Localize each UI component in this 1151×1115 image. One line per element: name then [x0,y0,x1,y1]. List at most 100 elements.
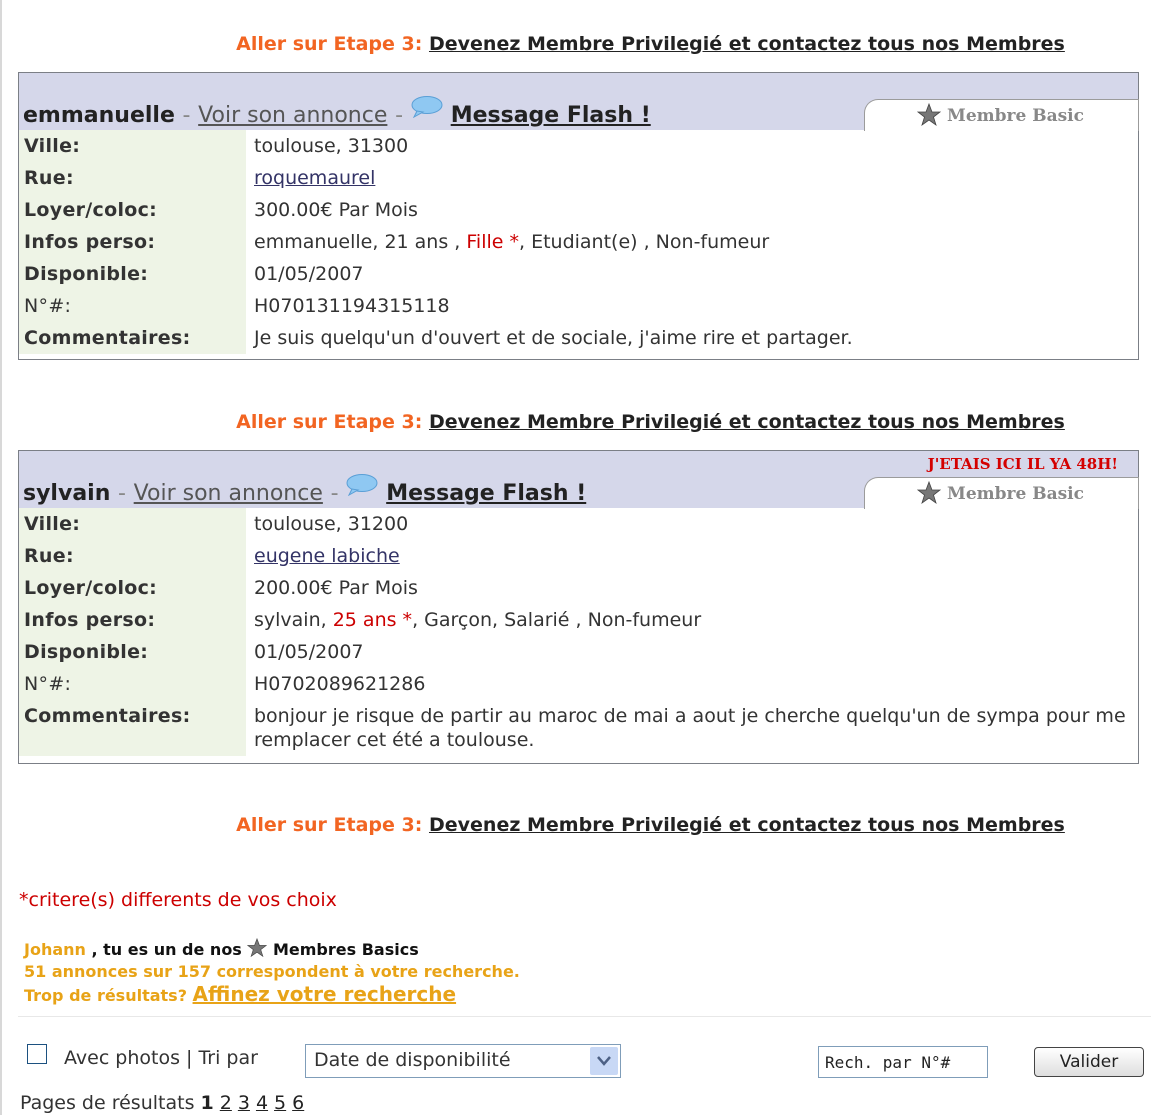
message-flash-link[interactable]: Message Flash ! [451,103,651,128]
member-badge-label: Membre Basic [947,106,1084,126]
label-infos: Infos perso: [19,604,246,636]
listing-header: emmanuelle - Voir son annonce - Message … [19,73,1139,131]
promo-link[interactable]: Devenez Membre Privilegié et contactez t… [429,33,1065,55]
label-disponible: Disponible: [19,636,246,668]
speech-bubble-icon [346,474,378,496]
value-ville: toulouse, 31200 [254,513,409,535]
table-row: Commentaires: bonjour je risque de partir… [19,700,1138,756]
page-link[interactable]: 3 [238,1092,250,1114]
separator: - [395,103,404,128]
page-link[interactable]: 5 [274,1092,286,1114]
member-badge-label: Membre Basic [947,484,1084,504]
speech-bubble-icon [411,96,443,118]
last-seen-badge: J'ETAIS ICI IL YA 48H! [927,455,1118,473]
value-infos: sylvain, 25 ans *, Garçon, Salarié , Non… [246,604,1138,636]
promo-lead: Aller sur Etape 3: [236,33,423,55]
street-link[interactable]: eugene labiche [254,545,400,567]
pagination: Pages de résultats 123456 [20,1092,304,1114]
member-status: Johann , tu es un de nos Membres Basics … [24,937,520,1007]
value-loyer: 300.00€ Par Mois [254,199,418,221]
star-icon [247,937,268,958]
validate-button[interactable]: Valider [1034,1047,1144,1077]
photos-checkbox[interactable] [27,1044,47,1064]
checkbox-label: Avec photos | Tri par [64,1047,258,1069]
listing-name: emmanuelle [23,103,175,128]
separator: - [118,481,126,506]
refine-search-link[interactable]: Affinez votre recherche [193,982,457,1006]
view-listing-link[interactable]: Voir son annonce [198,103,387,128]
divider [18,1016,1151,1017]
value-numero: H070131194315118 [254,295,450,317]
label-commentaires: Commentaires: [19,322,246,354]
pagination-label: Pages de résultats [20,1092,195,1114]
listing-title-line: sylvain - Voir son annonce - Message Fla… [23,474,586,506]
page-link[interactable]: 6 [292,1092,304,1114]
value-commentaires: bonjour je risque de partir au maroc de … [254,705,1126,751]
result-count: 51 annonces sur 157 correspondent à votr… [24,962,520,981]
value-disponible: 01/05/2007 [254,263,364,285]
member-line: Johann , tu es un de nos Membres Basics [24,937,520,961]
view-listing-link[interactable]: Voir son annonce [134,481,323,506]
chevron-down-icon [597,1056,611,1066]
table-row: Loyer/coloc: 200.00€ Par Mois [19,572,1138,604]
value-disponible: 01/05/2007 [254,641,364,663]
label-numero: N°#: [19,290,246,322]
label-loyer: Loyer/coloc: [19,572,246,604]
member-badge-tab: Membre Basic [864,99,1139,131]
promo-link[interactable]: Devenez Membre Privilegié et contactez t… [429,411,1065,433]
sort-select[interactable]: Date de disponibilité [305,1044,621,1078]
promo-banner: Aller sur Etape 3: Devenez Membre Privil… [0,411,1151,433]
infos-text: , Garçon, Salarié , Non-fumeur [412,609,702,631]
member-level: Membres Basics [272,940,419,959]
value-infos: emmanuelle, 21 ans , Fille *, Etudiant(e… [246,226,1138,258]
table-row: Rue: eugene labiche [19,540,1138,572]
username: Johann [24,940,86,959]
listing-details: Ville: toulouse, 31200 Rue: eugene labiche… [19,508,1138,756]
table-row: Disponible: 01/05/2007 [19,258,1138,290]
table-row: Loyer/coloc: 300.00€ Par Mois [19,194,1138,226]
label-rue: Rue: [19,162,246,194]
table-row: Infos perso: sylvain, 25 ans *, Garçon, S… [19,604,1138,636]
table-row: Disponible: 01/05/2007 [19,636,1138,668]
infos-mismatch: 25 ans * [332,609,413,631]
value-loyer: 200.00€ Par Mois [254,577,418,599]
label-commentaires: Commentaires: [19,700,246,756]
refine-line: Trop de résultats? Affinez votre recherc… [24,983,520,1007]
table-row: Commentaires: Je suis quelqu'un d'ouvert … [19,322,1138,354]
table-row: Ville: toulouse, 31300 [19,130,1138,162]
dropdown-button[interactable] [590,1047,618,1075]
value-ville: toulouse, 31300 [254,135,409,157]
promo-link[interactable]: Devenez Membre Privilegié et contactez t… [429,814,1065,836]
sort-selected-value: Date de disponibilité [314,1049,511,1071]
star-icon [917,103,941,127]
page-left-border [0,0,2,1115]
promo-lead: Aller sur Etape 3: [236,814,423,836]
value-commentaires: Je suis quelqu'un d'ouvert et de sociale… [254,327,853,349]
search-number-input[interactable] [818,1046,988,1078]
member-badge-tab: Membre Basic [864,477,1139,509]
label-infos: Infos perso: [19,226,246,258]
label-rue: Rue: [19,540,246,572]
promo-banner: Aller sur Etape 3: Devenez Membre Privil… [0,814,1151,836]
page-link[interactable]: 4 [256,1092,268,1114]
listing-card: emmanuelle - Voir son annonce - Message … [18,72,1139,360]
listing-header: J'ETAIS ICI IL YA 48H! sylvain - Voir so… [19,451,1139,509]
street-link[interactable]: roquemaurel [254,167,375,189]
current-page: 1 [200,1092,214,1114]
table-row: N°#: H070131194315118 [19,290,1138,322]
member-text: , tu es un de nos [85,940,248,959]
table-row: Rue: roquemaurel [19,162,1138,194]
table-row: Ville: toulouse, 31200 [19,508,1138,540]
label-loyer: Loyer/coloc: [19,194,246,226]
message-flash-link[interactable]: Message Flash ! [386,481,586,506]
infos-text: emmanuelle, 21 ans , [254,231,467,253]
table-row: Infos perso: emmanuelle, 21 ans , Fille *… [19,226,1138,258]
listing-details: Ville: toulouse, 31300 Rue: roquemaurel Lo… [19,130,1138,354]
listing-name: sylvain [23,481,111,506]
label-disponible: Disponible: [19,258,246,290]
separator: - [330,481,339,506]
listing-card: J'ETAIS ICI IL YA 48H! sylvain - Voir so… [18,450,1139,764]
star-icon [917,481,941,505]
table-row: N°#: H0702089621286 [19,668,1138,700]
page-link[interactable]: 2 [220,1092,232,1114]
